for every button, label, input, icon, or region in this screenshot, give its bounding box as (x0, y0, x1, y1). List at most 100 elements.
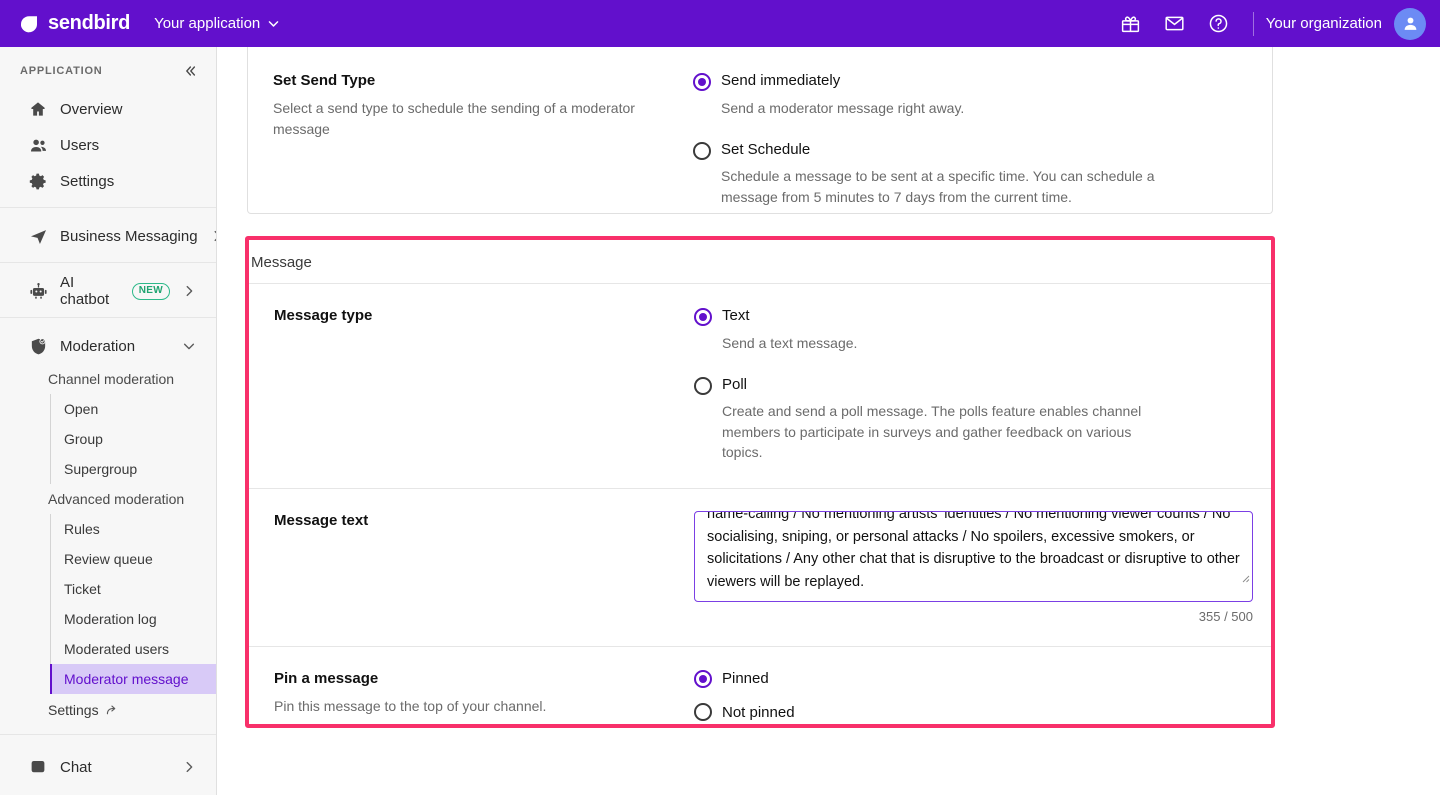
sidebar-item-moderated-users[interactable]: Moderated users (51, 634, 216, 664)
sidebar-item-ticket[interactable]: Ticket (51, 574, 216, 604)
sidebar-primary-group: Overview Users Settings (0, 91, 216, 207)
sidebar-item-rules[interactable]: Rules (51, 514, 216, 544)
radio-not-pinned-control[interactable] (694, 703, 712, 722)
avatar[interactable] (1394, 7, 1426, 40)
send-type-label-column: Set Send Type Select a send type to sche… (273, 71, 693, 207)
radio-not-pinned[interactable]: Not pinned (694, 703, 1247, 723)
application-selector-label: Your application (154, 15, 261, 32)
chevron-right-icon (182, 760, 196, 774)
radio-send-immediately-label: Send immediately (721, 72, 841, 89)
help-circle-icon[interactable] (1197, 2, 1241, 46)
message-type-label-column: Message type (274, 306, 694, 462)
radio-message-type-poll[interactable]: Poll Create and send a poll message. The… (694, 375, 1247, 462)
sendbird-logo-icon (18, 13, 40, 35)
chevron-right-icon (210, 229, 216, 243)
sidebar-item-moderation[interactable]: Moderation (8, 328, 208, 364)
sidebar-item-label: Business Messaging (60, 227, 198, 245)
send-type-row: Set Send Type Select a send type to sche… (248, 47, 1272, 231)
sidebar-item-label: Settings (60, 172, 115, 190)
sidebar-item-moderation-settings[interactable]: Settings (0, 694, 216, 726)
brand-name: sendbird (48, 12, 131, 34)
sidebar-item-supergroup[interactable]: Supergroup (51, 454, 216, 484)
radio-pinned-control[interactable] (694, 669, 712, 688)
chevron-down-icon (182, 339, 196, 353)
radio-message-type-text[interactable]: Text Send a text message. (694, 306, 1247, 353)
radio-send-immediately-control[interactable] (693, 73, 711, 91)
sidebar-item-label: Moderation (60, 337, 136, 355)
message-text-label-column: Message text (274, 511, 694, 624)
sidebar-item-advanced-moderation[interactable]: Advanced moderation (0, 484, 216, 514)
new-badge: NEW (131, 282, 170, 300)
chevron-right-icon (182, 284, 196, 298)
sidebar-business-messaging-group: Business Messaging (0, 207, 216, 262)
send-type-options: Send immediately Send a moderator messag… (693, 71, 1248, 207)
top-navigation-bar: sendbird Your application Your organizat… (0, 0, 1440, 47)
sidebar-item-chat[interactable]: Chat (8, 749, 208, 785)
topbar-divider (1252, 11, 1254, 36)
send-type-title: Set Send Type (273, 72, 376, 89)
radio-send-immediately[interactable]: Send immediately Send a moderator messag… (693, 71, 1248, 118)
pin-message-row: Pin a message Pin this message to the to… (249, 647, 1271, 724)
radio-message-type-poll-control[interactable] (694, 376, 712, 395)
message-text-input[interactable]: name-calling / No mentioning artists' id… (694, 511, 1253, 603)
pin-message-label-column: Pin a message Pin this message to the to… (274, 669, 694, 722)
home-icon (28, 99, 48, 119)
sidebar-item-channel-moderation[interactable]: Channel moderation (0, 364, 216, 394)
sidebar-section-label: APPLICATION (20, 65, 103, 77)
sidebar-ai-chatbot-group: AI chatbot NEW (0, 262, 216, 317)
message-text-value: name-calling / No mentioning artists' id… (707, 511, 1240, 590)
message-type-row: Message type Text Send a text message. P… (249, 284, 1271, 488)
sidebar-header: APPLICATION (0, 47, 216, 91)
radio-pinned-label: Pinned (722, 670, 769, 688)
sidebar-item-users[interactable]: Users (8, 127, 208, 163)
sidebar-item-business-messaging[interactable]: Business Messaging (8, 218, 216, 254)
sidebar-item-moderator-message[interactable]: Moderator message (50, 664, 216, 694)
organization-selector[interactable]: Your organization (1266, 15, 1382, 32)
message-section: Message Message type Text Send a text me… (249, 240, 1271, 724)
shield-check-icon (28, 336, 48, 356)
pin-message-description: Pin this message to the top of your chan… (274, 698, 547, 715)
chevron-double-left-icon[interactable] (180, 61, 200, 81)
sidebar-item-settings[interactable]: Settings (8, 163, 208, 199)
message-text-title: Message text (274, 512, 369, 530)
sidebar-item-label: AI chatbot (60, 274, 110, 308)
robot-icon (28, 281, 48, 301)
radio-set-schedule-description: Schedule a message to be sent at a speci… (721, 168, 1155, 205)
sidebar-item-moderation-log[interactable]: Moderation log (51, 604, 216, 634)
send-type-card: Set Send Type Select a send type to sche… (247, 47, 1273, 214)
application-selector[interactable]: Your application (154, 15, 280, 32)
brand-logo[interactable]: sendbird (18, 12, 130, 35)
radio-not-pinned-label: Not pinned (722, 703, 795, 721)
sidebar: APPLICATION Overview Users Settings Busi… (0, 47, 217, 795)
app-root: sendbird Your application Your organizat… (0, 0, 1440, 795)
users-icon (28, 135, 48, 155)
radio-pinned[interactable]: Pinned (694, 669, 1247, 689)
radio-message-type-text-description: Send a text message. (722, 334, 858, 351)
paper-plane-icon (28, 226, 48, 246)
sidebar-item-label: Chat (60, 758, 92, 776)
send-type-description: Select a send type to schedule the sendi… (273, 100, 635, 137)
gift-icon[interactable] (1109, 2, 1153, 46)
channel-moderation-sublist: Open Group Supergroup (50, 394, 216, 484)
advanced-moderation-sublist: Rules Review queue Ticket Moderation log… (50, 514, 216, 694)
sidebar-item-group[interactable]: Group (51, 424, 216, 454)
sidebar-item-label: Users (60, 136, 100, 154)
main-content: Set Send Type Select a send type to sche… (217, 47, 1440, 795)
resize-grip-icon[interactable] (1240, 573, 1250, 583)
mail-icon[interactable] (1153, 2, 1197, 46)
sidebar-item-open[interactable]: Open (51, 394, 216, 424)
radio-set-schedule[interactable]: Set Schedule Schedule a message to be se… (693, 140, 1248, 207)
message-section-highlight: Message Message type Text Send a text me… (245, 236, 1275, 728)
message-text-row: Message text name-calling / No mentionin… (249, 489, 1271, 646)
sidebar-item-overview[interactable]: Overview (8, 91, 208, 127)
message-text-field-column: name-calling / No mentioning artists' id… (694, 511, 1253, 624)
radio-send-immediately-description: Send a moderator message right away. (721, 99, 965, 116)
radio-message-type-text-control[interactable] (694, 308, 712, 326)
sidebar-item-ai-chatbot[interactable]: AI chatbot NEW (8, 273, 208, 309)
chevron-down-icon (267, 17, 280, 30)
radio-message-type-poll-label: Poll (722, 375, 748, 393)
sidebar-item-review-queue[interactable]: Review queue (51, 544, 216, 574)
radio-set-schedule-control[interactable] (693, 141, 711, 160)
radio-message-type-poll-description: Create and send a poll message. The poll… (722, 403, 1142, 460)
radio-set-schedule-label: Set Schedule (721, 140, 811, 158)
